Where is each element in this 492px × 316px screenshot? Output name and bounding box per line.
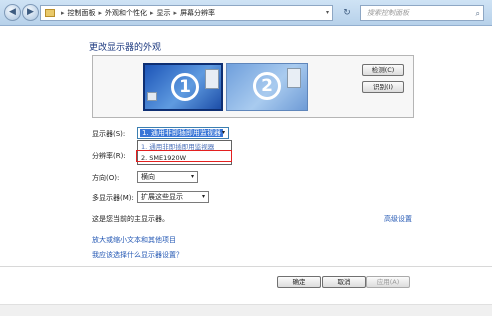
display-settings-help-link[interactable]: 我应该选择什么显示器设置？ [92,250,183,260]
control-panel-folder-icon [45,9,55,17]
search-placeholder: 搜索控制面板 [367,9,409,17]
display-select[interactable]: 1. 通用非即插即用监视器 ▾ [137,127,229,139]
refresh-icon[interactable]: ↻ [338,6,356,20]
chevron-down-icon: ▾ [221,129,225,136]
monitor-number-1: 1 [171,73,199,101]
orientation-label: 方向(O): [92,174,120,182]
breadcrumb-control-panel[interactable]: 控制面板 [68,8,96,18]
display-label: 显示器(S): [92,130,126,138]
status-strip [0,304,492,316]
orientation-select[interactable]: 横向 ▾ [137,171,198,183]
monitor-number-2: 2 [253,72,281,100]
multiple-displays-label: 多显示器(M): [92,194,134,202]
address-dropdown-icon[interactable]: ▾ [326,9,329,16]
chevron-down-icon: ▾ [190,173,194,180]
detect-button[interactable]: 检测(C) [362,64,404,76]
forward-button[interactable]: ▶ [22,4,39,21]
desktop-icon [147,92,157,101]
multiple-displays-select[interactable]: 扩展这些显示 ▾ [137,191,209,203]
display-selected-value: 1. 通用非即插即用监视器 [140,129,223,137]
apply-button[interactable]: 应用(A) [366,276,410,288]
forward-arrow-icon: ▶ [27,7,34,17]
identify-button[interactable]: 识别(I) [362,81,404,93]
address-bar[interactable]: ▸ 控制面板 ▸ 外观和个性化 ▸ 显示 ▸ 屏幕分辨率 ▾ [40,5,333,21]
search-input[interactable]: 搜索控制面板 ⌕ [360,5,484,21]
ok-button[interactable]: 确定 [277,276,321,288]
breadcrumb-screen-resolution[interactable]: 屏幕分辨率 [180,8,215,18]
footer-divider [0,266,492,267]
primary-display-hint: 这是您当前的主显示器。 [92,215,169,223]
monitor-2-tile[interactable]: 2 [226,63,308,111]
back-button[interactable]: ◀ [4,4,21,21]
back-arrow-icon: ◀ [9,7,16,17]
address-toolbar: ◀ ▶ ▸ 控制面板 ▸ 外观和个性化 ▸ 显示 ▸ 屏幕分辨率 ▾ ↻ 搜索控… [0,0,492,26]
monitor-1-tile[interactable]: 1 [143,63,223,111]
breadcrumb-separator-icon: ▸ [61,9,65,17]
breadcrumb-display[interactable]: 显示 [157,8,171,18]
resolution-label: 分辨率(R): [92,152,126,160]
breadcrumb-separator-icon: ▸ [98,9,103,17]
breadcrumb-appearance[interactable]: 外观和个性化 [105,8,147,18]
window-thumbnail-icon [205,69,219,89]
breadcrumb-separator-icon: ▸ [150,9,154,17]
cancel-button[interactable]: 取消 [322,276,366,288]
chevron-down-icon: ▾ [201,193,205,200]
highlight-box [136,150,232,162]
page-title: 更改显示器的外观 [89,43,162,53]
orientation-value: 横向 [141,173,155,181]
multiple-displays-value: 扩展这些显示 [141,193,183,201]
breadcrumb-separator-icon: ▸ [173,9,178,17]
text-size-link[interactable]: 放大或缩小文本和其他项目 [92,235,176,245]
window-thumbnail-icon [287,68,301,88]
advanced-settings-link[interactable]: 高级设置 [384,214,412,224]
search-icon[interactable]: ⌕ [476,7,480,21]
